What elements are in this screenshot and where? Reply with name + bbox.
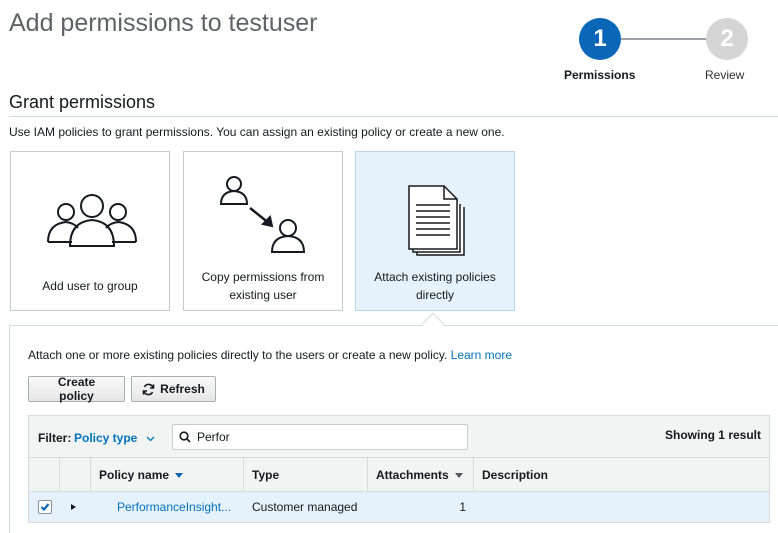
attach-text: Attach one or more existing policies dir… [28, 348, 448, 362]
column-header-description[interactable]: Description [474, 458, 771, 491]
column-label: Description [482, 468, 549, 482]
policy-name-link[interactable]: PerformanceInsight... [109, 492, 249, 522]
expand-column-header [60, 458, 91, 491]
column-label: Policy name [99, 468, 170, 482]
sort-caret-icon [454, 473, 463, 479]
grant-description: Use IAM policies to grant permissions. Y… [9, 125, 505, 139]
result-count: Showing 1 result [664, 428, 761, 442]
create-policy-label: Create policy [57, 375, 96, 403]
option-label-line-1: Copy permissions from [201, 270, 325, 284]
filter-bar: Filter: Policy type Showing 1 result [28, 415, 770, 458]
policy-type-filter-value: Policy type [74, 431, 138, 445]
option-copy-permissions[interactable]: Copy permissions from existing user [183, 151, 343, 311]
policy-search[interactable] [172, 424, 468, 450]
wizard-stepper: 1 2 Permissions Review [560, 14, 760, 84]
column-label: Attachments [376, 468, 449, 482]
page-title: Add permissions to testuser [9, 9, 318, 37]
step-2-label: Review [705, 68, 745, 82]
chevron-down-icon [146, 436, 155, 442]
refresh-label: Refresh [160, 382, 205, 396]
search-input[interactable] [195, 428, 460, 446]
attach-description: Attach one or more existing policies dir… [28, 348, 512, 362]
step-2-circle: 2 [706, 18, 748, 60]
option-label-line-2: existing user [229, 288, 297, 302]
option-label-line-1: Attach existing policies [374, 270, 496, 284]
learn-more-link[interactable]: Learn more [451, 348, 512, 362]
create-policy-button[interactable]: Create policy [28, 375, 125, 403]
group-icon [47, 194, 137, 247]
sort-caret-icon [175, 473, 184, 479]
attachments-cell: 1 [459, 500, 466, 514]
step-1-label: Permissions [564, 68, 636, 82]
copy-user-icon [220, 176, 306, 253]
column-header-type[interactable]: Type [244, 458, 368, 491]
step-1-circle: 1 [579, 18, 621, 60]
step-connector [621, 38, 706, 40]
search-icon [179, 431, 191, 443]
row-checkbox[interactable] [38, 500, 52, 514]
policy-type-filter[interactable]: Policy type [74, 431, 155, 445]
policy-type-cell: Customer managed [252, 500, 358, 514]
policies-table: Filter: Policy type Showing 1 result Pol… [28, 415, 770, 523]
panel-border [9, 325, 778, 326]
option-label-line-2: directly [415, 288, 454, 302]
panel-border-left [9, 325, 10, 533]
column-header-policy-name[interactable]: Policy name [91, 458, 244, 491]
description-cell [474, 492, 771, 522]
refresh-button[interactable]: Refresh [131, 376, 216, 402]
checkmark-icon [40, 503, 50, 512]
select-column-header [29, 458, 60, 491]
expand-row-icon[interactable] [71, 504, 76, 510]
column-label: Type [252, 468, 280, 482]
option-add-user-to-group[interactable]: Add user to group [10, 151, 170, 311]
table-header: Policy name Type Attachments Description [28, 458, 770, 492]
column-header-attachments[interactable]: Attachments [368, 458, 474, 491]
document-icon [408, 185, 465, 256]
option-attach-existing-policies[interactable]: Attach existing policies directly [355, 151, 515, 311]
refresh-icon [142, 383, 155, 395]
selection-pointer [421, 312, 445, 336]
filter-label: Filter: [38, 431, 72, 445]
section-title: Grant permissions [9, 92, 156, 112]
table-row[interactable]: PerformanceInsight... Customer managed 1 [28, 492, 770, 523]
section-divider [9, 116, 778, 117]
option-label: Add user to group [42, 279, 138, 293]
